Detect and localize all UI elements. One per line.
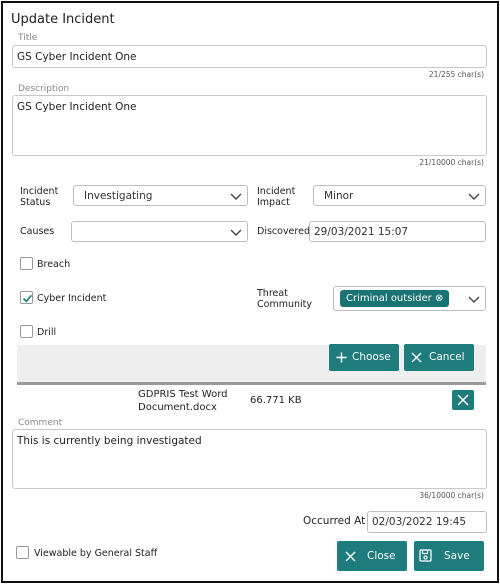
choose-button[interactable]: Choose	[329, 344, 399, 371]
breach-label: Breach	[37, 259, 71, 270]
chip-remove-icon[interactable]: ⊗	[435, 293, 443, 304]
choose-button-label: Choose	[352, 351, 391, 363]
incident-impact-select[interactable]: Minor	[313, 185, 486, 206]
close-icon	[457, 394, 469, 406]
discovered-datetime-input[interactable]: 29/03/2021 15:07	[309, 221, 486, 242]
close-button[interactable]: Close	[337, 541, 407, 571]
description-char-count: 21/10000 char(s)	[419, 158, 484, 167]
chevron-down-icon	[230, 229, 242, 236]
threat-community-select[interactable]: Criminal outsider ⊗	[333, 286, 486, 311]
dialog-title: Update Incident	[11, 12, 115, 27]
causes-select[interactable]	[71, 221, 248, 242]
incident-status-select[interactable]: Investigating	[73, 185, 248, 206]
comment-label: Comment	[18, 418, 63, 428]
comment-textarea[interactable]: This is currently being investigated	[12, 429, 487, 489]
drill-checkbox[interactable]	[20, 325, 33, 338]
occurred-at-datetime-input[interactable]: 02/03/2022 19:45	[367, 511, 487, 533]
description-textarea[interactable]: GS Cyber Incident One	[12, 95, 487, 156]
comment-char-count: 36/10000 char(s)	[419, 491, 484, 500]
title-value: GS Cyber Incident One	[17, 51, 137, 63]
causes-label: Causes	[20, 226, 55, 237]
viewable-label: Viewable by General Staff	[34, 548, 158, 559]
drill-label: Drill	[37, 327, 57, 338]
discovered-label: Discovered	[257, 226, 310, 237]
threat-community-label: Threat Community	[257, 288, 312, 310]
chevron-down-icon	[230, 193, 242, 200]
occurred-at-label: Occurred At	[303, 515, 366, 527]
chevron-down-icon	[468, 296, 480, 303]
incident-status-label: Incident Status	[20, 186, 59, 208]
cancel-upload-button[interactable]: Cancel	[404, 344, 474, 371]
cancel-upload-button-label: Cancel	[429, 351, 465, 363]
comment-value: This is currently being investigated	[17, 435, 202, 447]
save-icon	[419, 549, 432, 562]
close-button-label: Close	[367, 550, 396, 562]
save-button-label: Save	[444, 550, 470, 562]
remove-file-button[interactable]	[452, 390, 474, 410]
description-label: Description	[18, 84, 70, 94]
chip-label: Criminal outsider	[346, 293, 432, 304]
title-char-count: 21/255 char(s)	[428, 70, 484, 79]
breach-checkbox[interactable]	[20, 257, 33, 270]
attachment-file-name: GDPRIS Test Word Document.docx	[138, 389, 228, 413]
title-label: Title	[18, 33, 38, 43]
incident-impact-value: Minor	[324, 190, 354, 202]
cyber-incident-checkbox[interactable]	[20, 291, 33, 304]
title-input[interactable]: GS Cyber Incident One	[12, 45, 487, 68]
plus-icon	[336, 352, 347, 363]
incident-impact-label: Incident Impact	[257, 186, 296, 208]
save-button[interactable]: Save	[414, 541, 484, 571]
cyber-incident-label: Cyber Incident	[37, 293, 107, 304]
occurred-at-value: 02/03/2022 19:45	[372, 516, 467, 528]
threat-community-chip[interactable]: Criminal outsider ⊗	[340, 290, 450, 307]
discovered-value: 29/03/2021 15:07	[314, 226, 409, 238]
description-value: GS Cyber Incident One	[17, 101, 137, 113]
viewable-checkbox[interactable]	[16, 546, 29, 559]
checkmark-icon	[22, 294, 33, 303]
close-icon	[411, 352, 422, 363]
incident-status-value: Investigating	[84, 190, 153, 202]
chevron-down-icon	[468, 193, 480, 200]
attachment-file-size: 66.771 KB	[250, 395, 302, 406]
close-icon	[345, 551, 356, 562]
